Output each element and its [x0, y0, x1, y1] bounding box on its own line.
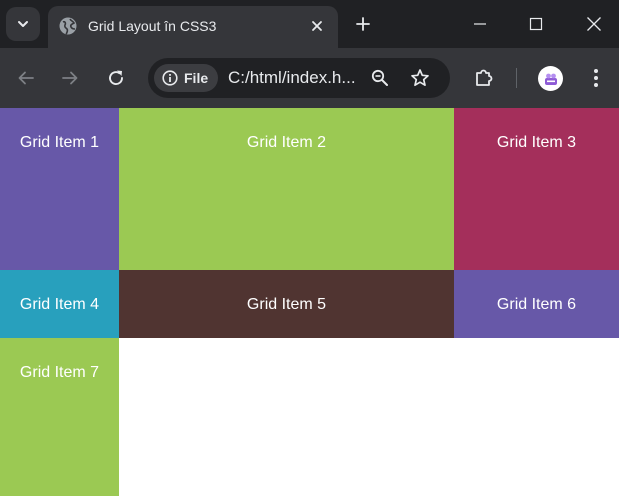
site-chip-label: File	[184, 70, 209, 86]
toolbar-divider	[516, 68, 517, 88]
maximize-button[interactable]	[514, 6, 558, 42]
minimize-icon	[474, 23, 486, 25]
minimize-button[interactable]	[458, 6, 502, 42]
puzzle-icon	[476, 69, 493, 86]
zoom-out-icon[interactable]	[370, 68, 390, 88]
url-text[interactable]: C:/html/index.h...	[228, 69, 356, 87]
profile-avatar-icon	[544, 73, 557, 85]
grid-item-1: Grid Item 1	[0, 108, 119, 270]
forward-button[interactable]	[58, 66, 82, 90]
back-button[interactable]	[14, 66, 38, 90]
kebab-menu-icon	[594, 69, 598, 87]
maximize-icon	[529, 17, 543, 31]
page-viewport: Grid Item 1 Grid Item 2 Grid Item 3 Grid…	[0, 108, 619, 496]
profile-avatar[interactable]	[538, 66, 563, 91]
address-bar[interactable]: File C:/html/index.h...	[148, 58, 450, 98]
globe-icon	[59, 17, 77, 35]
new-tab-button[interactable]	[351, 12, 375, 36]
tab-strip: Grid Layout în CSS3	[0, 0, 619, 48]
grid-item-3: Grid Item 3	[454, 108, 619, 270]
close-icon	[312, 21, 322, 31]
browser-window: Grid Layout în CSS3 File C:/html/index.h…	[0, 0, 619, 496]
grid-container: Grid Item 1 Grid Item 2 Grid Item 3 Grid…	[0, 108, 619, 496]
browser-menu-button[interactable]	[584, 66, 608, 90]
chevron-down-icon	[18, 21, 28, 27]
arrow-right-icon	[62, 71, 78, 85]
tab-active[interactable]: Grid Layout în CSS3	[48, 6, 338, 48]
grid-item-6: Grid Item 6	[454, 270, 619, 338]
extensions-button[interactable]	[471, 65, 497, 91]
reload-button[interactable]	[104, 66, 128, 90]
tab-title: Grid Layout în CSS3	[88, 18, 217, 34]
close-icon	[587, 17, 601, 31]
close-window-button[interactable]	[572, 6, 616, 42]
browser-toolbar: File C:/html/index.h...	[0, 48, 619, 108]
reload-icon	[109, 70, 123, 85]
star-icon[interactable]	[409, 67, 431, 89]
tab-search-button[interactable]	[6, 7, 40, 41]
site-info-chip[interactable]: File	[154, 64, 218, 92]
plus-icon	[356, 17, 370, 31]
grid-item-2: Grid Item 2	[119, 108, 454, 270]
grid-item-4: Grid Item 4	[0, 270, 119, 338]
arrow-left-icon	[18, 71, 34, 85]
grid-item-7: Grid Item 7	[0, 338, 119, 496]
grid-item-5: Grid Item 5	[119, 270, 454, 338]
info-icon	[162, 70, 178, 86]
tab-close-button[interactable]	[306, 15, 328, 37]
